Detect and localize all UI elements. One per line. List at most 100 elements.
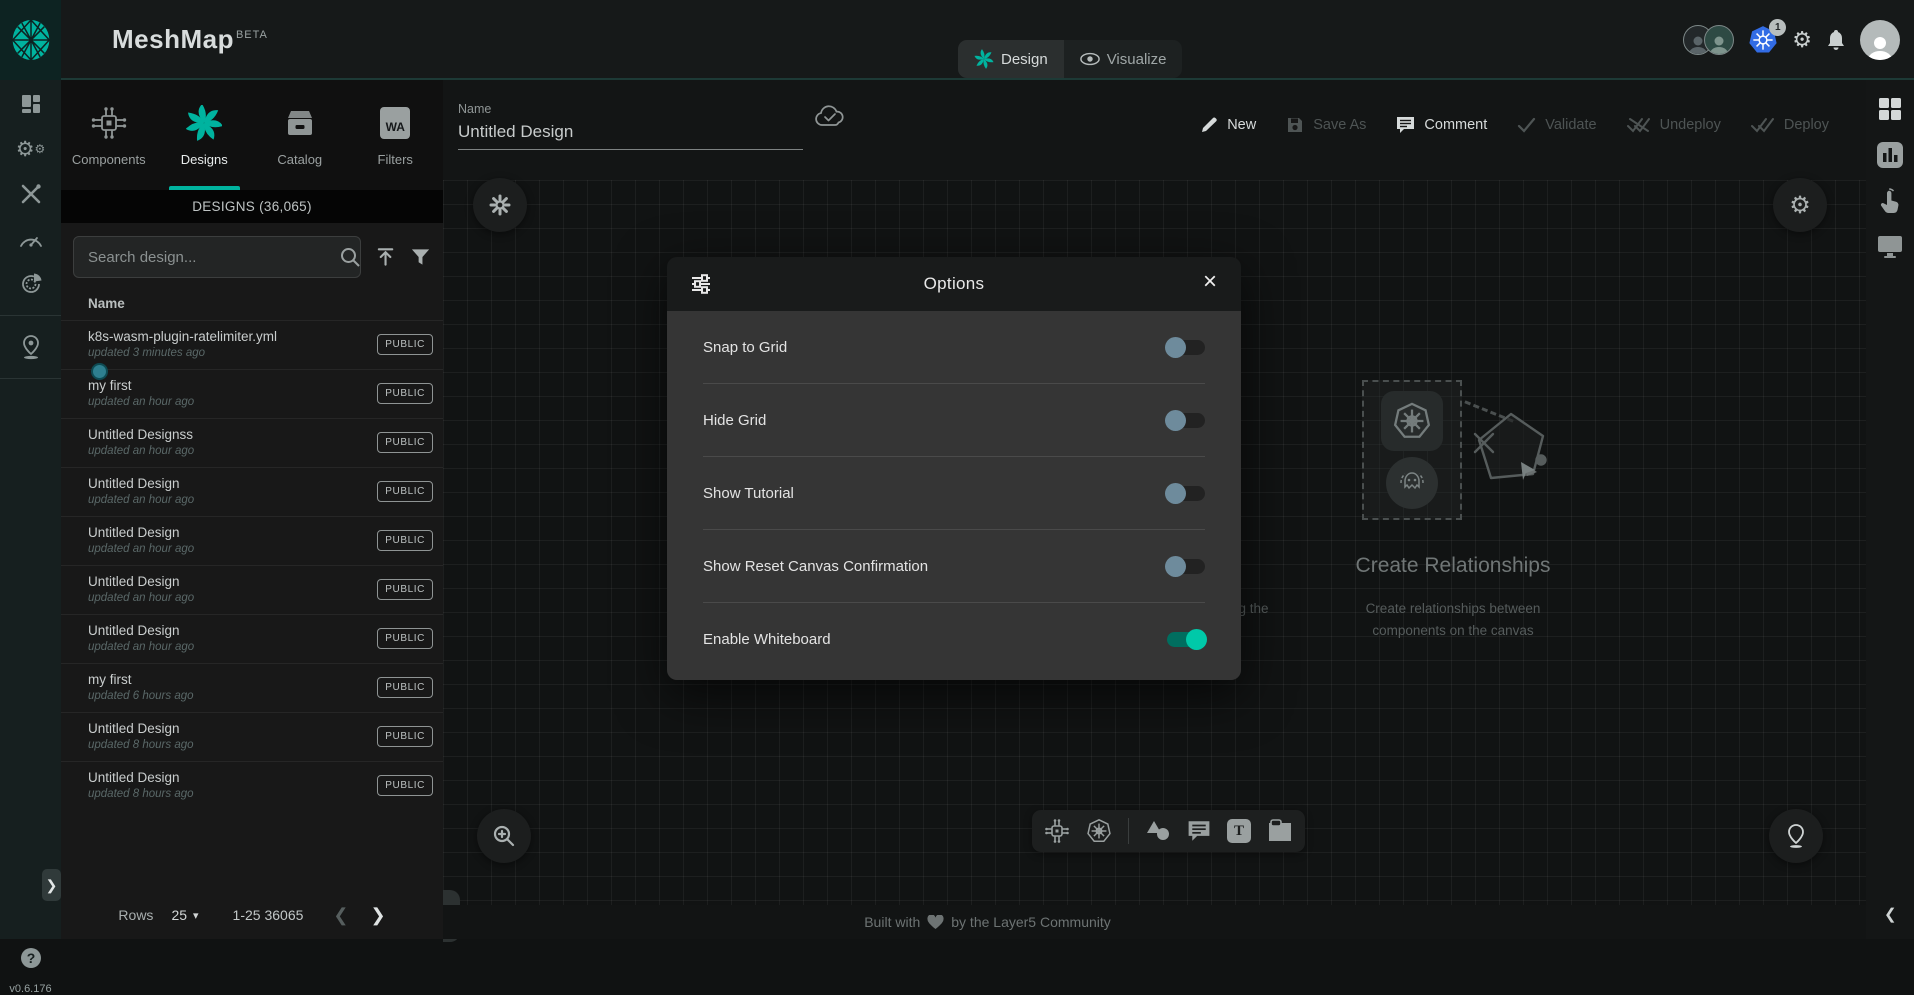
tutorial-components-box: [1362, 380, 1462, 520]
next-page-chevron[interactable]: ❯: [370, 905, 385, 926]
visibility-badge: PUBLIC: [377, 775, 433, 796]
dock-divider: [1128, 818, 1129, 844]
undeploy-button[interactable]: Undeploy: [1627, 117, 1721, 133]
rail-expand-chevron[interactable]: ❯: [42, 869, 61, 901]
nav-performance-gauge-icon[interactable]: [12, 225, 50, 253]
cloud-saved-icon: [813, 104, 847, 130]
dock-components-icon[interactable]: [1044, 818, 1070, 844]
options-modal: Options × Snap to Grid Hide Grid Show Tu…: [667, 257, 1241, 680]
canvas-options-fab[interactable]: ⚙: [1773, 178, 1827, 232]
filter-funnel-icon[interactable]: [410, 247, 431, 267]
nav-dashboard-icon[interactable]: [12, 90, 50, 118]
tab-components[interactable]: Components: [61, 80, 157, 190]
validate-button[interactable]: Validate: [1517, 117, 1596, 133]
right-rail-collapse-chevron[interactable]: ❮: [1884, 905, 1897, 923]
left-nav-rail: ⚙⚙ ❯ ? v0.6.176: [0, 80, 61, 939]
notifications-bell-icon[interactable]: [1826, 29, 1846, 51]
pin-fab[interactable]: [1769, 809, 1823, 863]
design-row[interactable]: my first updated an hour ago PUBLIC: [61, 369, 443, 418]
prev-page-chevron[interactable]: ❮: [333, 905, 348, 926]
visibility-badge: PUBLIC: [377, 579, 433, 600]
design-row[interactable]: Untitled Design updated an hour ago PUBL…: [61, 614, 443, 663]
design-row[interactable]: Untitled Design updated an hour ago PUBL…: [61, 516, 443, 565]
close-icon[interactable]: ×: [1197, 268, 1223, 296]
settings-gear-icon[interactable]: ⚙: [1792, 29, 1812, 51]
design-row[interactable]: Untitled Design updated an hour ago PUBL…: [61, 565, 443, 614]
version-label: v0.6.176: [0, 983, 61, 995]
design-row[interactable]: Untitled Design updated an hour ago PUBL…: [61, 467, 443, 516]
design-row[interactable]: my first updated 6 hours ago PUBLIC: [61, 663, 443, 712]
rail-divider: [0, 378, 61, 379]
app-title: MeshMapBETA: [112, 24, 268, 55]
components-chip-icon: [89, 103, 129, 143]
design-name-input[interactable]: [458, 122, 803, 150]
user-avatar[interactable]: [1860, 20, 1900, 60]
interaction-hand-icon[interactable]: [1877, 188, 1903, 216]
show-tutorial-toggle[interactable]: [1167, 486, 1205, 501]
heart-icon: [927, 915, 944, 930]
design-row[interactable]: k8s-wasm-plugin-ratelimiter.yml updated …: [61, 320, 443, 369]
visibility-badge: PUBLIC: [377, 383, 433, 404]
design-name-group: Name: [458, 102, 803, 150]
tab-filters[interactable]: WA Filters: [348, 80, 444, 190]
hide-grid-toggle[interactable]: [1167, 413, 1205, 428]
design-row[interactable]: Untitled Design updated 8 hours ago PUBL…: [61, 712, 443, 761]
rows-per-page[interactable]: 25: [171, 907, 187, 923]
visibility-badge: PUBLIC: [377, 677, 433, 698]
kubernetes-context[interactable]: 1: [1748, 25, 1778, 55]
option-row-hide-grid: Hide Grid: [703, 384, 1205, 457]
option-row-show-reset-confirmation: Show Reset Canvas Confirmation: [703, 530, 1205, 603]
tab-catalog[interactable]: Catalog: [252, 80, 348, 190]
dashboard-chart-icon[interactable]: [1875, 140, 1905, 170]
show-reset-canvas-confirmation-toggle[interactable]: [1167, 559, 1205, 574]
canvas-action-bar: New Save As Comment Validate Und: [1200, 116, 1829, 134]
components-drawer-icon[interactable]: [1877, 96, 1903, 122]
app-header: MeshMapBETA Design Visualize: [0, 0, 1914, 80]
tutorial-title: Create Relationships: [1303, 554, 1603, 578]
tab-design[interactable]: Design: [958, 40, 1064, 78]
zoom-fab[interactable]: [477, 809, 531, 863]
snap-to-grid-toggle[interactable]: [1167, 340, 1205, 355]
search-row: [73, 235, 431, 279]
tutorial-subtitle: Create relationships between components …: [1303, 598, 1603, 643]
design-swirl-icon: [974, 49, 994, 69]
nav-configuration-tools-icon[interactable]: [12, 180, 50, 208]
person-icon: [1708, 34, 1730, 54]
collaborator-avatar-2[interactable]: [1704, 25, 1734, 55]
meshery-logo[interactable]: [0, 0, 61, 80]
canvas-tool-dock: T: [1032, 810, 1305, 852]
nav-meshmap-pin-icon[interactable]: [12, 333, 50, 361]
design-row[interactable]: Untitled Designss updated an hour ago PU…: [61, 418, 443, 467]
deploy-button[interactable]: Deploy: [1751, 117, 1829, 133]
import-design-icon[interactable]: [375, 246, 396, 268]
option-row-snap-to-grid: Snap to Grid: [703, 311, 1205, 384]
nav-lifecycle-gears-icon[interactable]: ⚙⚙: [12, 135, 50, 163]
nav-extensions-icon[interactable]: [12, 270, 50, 298]
rail-divider: [0, 315, 61, 316]
k8s-context-count-badge: 1: [1769, 19, 1786, 36]
double-check-slash-icon: [1627, 117, 1651, 133]
dock-media-icon[interactable]: [1267, 819, 1293, 843]
search-design-input[interactable]: [73, 236, 361, 278]
tab-designs[interactable]: Designs: [157, 80, 253, 190]
catalog-archive-icon: [283, 103, 317, 143]
rows-per-page-caret-icon[interactable]: ▾: [193, 909, 199, 922]
dock-text-icon[interactable]: T: [1227, 819, 1251, 843]
help-icon[interactable]: ?: [19, 946, 43, 970]
design-browser-panel: Components Designs: [61, 80, 443, 939]
display-monitor-icon[interactable]: [1876, 234, 1904, 258]
comment-button[interactable]: Comment: [1396, 116, 1487, 134]
new-button[interactable]: New: [1200, 116, 1256, 134]
save-as-button[interactable]: Save As: [1286, 116, 1366, 134]
dock-shapes-icon[interactable]: [1145, 819, 1171, 843]
dock-kubernetes-icon[interactable]: [1086, 818, 1112, 844]
option-row-show-tutorial: Show Tutorial: [703, 457, 1205, 530]
mode-switch: Design Visualize: [958, 40, 1182, 78]
enable-whiteboard-toggle[interactable]: [1167, 632, 1205, 647]
pencil-icon: [1200, 116, 1218, 134]
dock-comment-icon[interactable]: [1187, 820, 1211, 842]
design-row[interactable]: Untitled Design updated 8 hours ago PUBL…: [61, 761, 443, 810]
options-modal-title: Options: [667, 274, 1241, 294]
canvas-settings-fab[interactable]: [473, 178, 527, 232]
tab-visualize[interactable]: Visualize: [1064, 40, 1183, 78]
